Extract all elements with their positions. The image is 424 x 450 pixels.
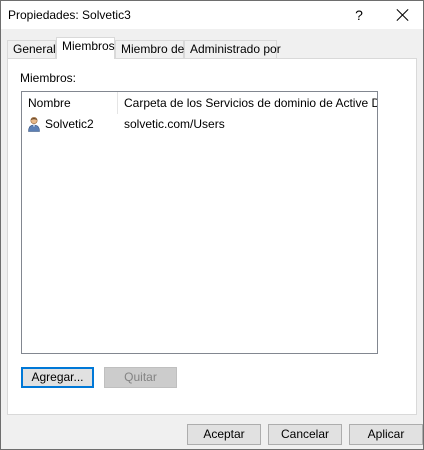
members-tab-panel: Miembros: Nombre Carpeta de los Servicio… xyxy=(7,58,417,415)
apply-button[interactable]: Aplicar xyxy=(349,424,423,445)
ok-button[interactable]: Aceptar xyxy=(187,424,261,445)
members-list[interactable]: Nombre Carpeta de los Servicios de domin… xyxy=(21,91,378,354)
close-button[interactable] xyxy=(381,1,424,29)
cancel-button-label: Cancelar xyxy=(280,427,330,441)
list-header: Nombre Carpeta de los Servicios de domin… xyxy=(22,92,377,114)
cancel-button[interactable]: Cancelar xyxy=(268,424,342,445)
member-folder: solvetic.com/Users xyxy=(124,117,225,131)
column-header-folder[interactable]: Carpeta de los Servicios de dominio de A… xyxy=(118,92,377,114)
tab-miembro-de[interactable]: Miembro de xyxy=(115,40,184,59)
member-name-cell: Solvetic2 xyxy=(26,114,94,134)
help-button[interactable]: ? xyxy=(337,1,381,29)
help-icon: ? xyxy=(355,7,363,23)
apply-button-label: Aplicar xyxy=(367,427,405,441)
remove-button-label: Quitar xyxy=(124,370,157,384)
add-button-label: Agregar... xyxy=(31,370,84,384)
member-name: Solvetic2 xyxy=(45,117,94,131)
members-label: Miembros: xyxy=(20,71,77,85)
title-bar: Propiedades: Solvetic3 ? xyxy=(1,1,423,29)
tab-miembros[interactable]: Miembros xyxy=(56,37,115,59)
window-title: Propiedades: Solvetic3 xyxy=(8,8,131,22)
remove-button[interactable]: Quitar xyxy=(104,367,177,388)
list-item[interactable]: Solvetic2 solvetic.com/Users xyxy=(22,114,377,134)
user-icon xyxy=(26,116,42,132)
properties-dialog: Propiedades: Solvetic3 ? General Miembro… xyxy=(0,0,424,450)
ok-button-label: Aceptar xyxy=(203,427,245,441)
tab-general[interactable]: General xyxy=(7,40,56,59)
column-header-name[interactable]: Nombre xyxy=(22,92,118,114)
add-button[interactable]: Agregar... xyxy=(21,367,94,388)
tab-strip: General Miembros Miembro de Administrado… xyxy=(7,37,417,59)
tab-administrado-por[interactable]: Administrado por xyxy=(184,40,281,59)
close-icon xyxy=(397,9,409,21)
